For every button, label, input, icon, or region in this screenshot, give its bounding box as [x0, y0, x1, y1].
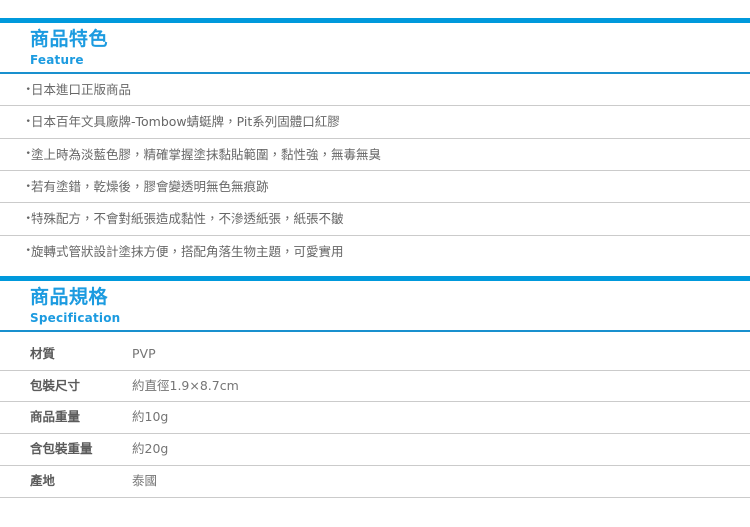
spec-table-row: 含包裝重量 約20g — [0, 434, 750, 466]
bullet-icon: ・ — [22, 178, 35, 194]
spec-row-value: 約20g — [132, 441, 169, 457]
bullet-icon: ・ — [22, 242, 35, 258]
spec-row-label: 產地 — [30, 472, 56, 488]
bullet-icon: ・ — [22, 113, 35, 129]
feature-item-text: 塗上時為淡藍色膠，精確掌握塗抹黏貼範圍，黏性強，無毒無臭 — [31, 146, 382, 162]
spec-row-value: 泰國 — [132, 472, 158, 488]
spec-table-row: 包裝尺寸 約直徑1.9×8.7cm — [0, 370, 750, 402]
feature-item-text: 旋轉式管狀設計塗抹方便，搭配角落生物主題，可愛實用 — [31, 243, 344, 259]
spec-row-label: 含包裝重量 — [30, 441, 93, 457]
feature-list-item: ・若有塗錯，乾燥後，膠會變透明無色無痕跡 — [0, 171, 750, 204]
spec-table-row: 產地 泰國 — [0, 465, 750, 498]
feature-list-item: ・特殊配方，不會對紙張造成黏性，不滲透紙張，紙張不皺 — [0, 203, 750, 236]
feature-title-zh: 商品特色 — [30, 28, 109, 50]
feature-list-item: ・日本百年文具廠牌-Tombow蜻蜓牌，Pit系列固體口紅膠 — [0, 106, 750, 139]
bullet-icon: ・ — [22, 81, 35, 97]
spec-table-wrap: 材質 PVP 包裝尺寸 約直徑1.9×8.7cm 商品重量 約10g 含包裝重量 約20g 產地… — [0, 332, 750, 498]
spec-heading-block: 商品規格 Specification — [0, 281, 750, 330]
feature-list-item: ・日本進口正版商品 — [0, 74, 750, 107]
feature-list-item: ・旋轉式管狀設計塗抹方便，搭配角落生物主題，可愛實用 — [0, 236, 750, 267]
specification-section: 商品規格 Specification 材質 PVP 包裝尺寸 約直徑1.9×8.7cm… — [0, 276, 750, 498]
feature-item-text: 日本百年文具廠牌-Tombow蜻蜓牌，Pit系列固體口紅膠 — [31, 114, 340, 130]
spec-row-label: 包裝尺寸 — [30, 377, 81, 393]
feature-list-item: ・塗上時為淡藍色膠，精確掌握塗抹黏貼範圍，黏性強，無毒無臭 — [0, 139, 750, 171]
bullet-icon: ・ — [22, 145, 35, 161]
spec-table-row: 材質 PVP — [0, 339, 750, 371]
spec-table-row: 商品重量 約10g — [0, 402, 750, 434]
feature-heading-block: 商品特色 Feature — [0, 23, 750, 72]
feature-title-en: Feature — [30, 52, 84, 67]
top-spacer — [0, 0, 750, 18]
spec-row-value: 約直徑1.9×8.7cm — [132, 377, 239, 393]
spec-row-label: 商品重量 — [30, 409, 81, 425]
feature-item-text: 特殊配方，不會對紙張造成黏性，不滲透紙張，紙張不皺 — [31, 211, 344, 227]
feature-item-text: 日本進口正版商品 — [31, 81, 132, 97]
spec-title-zh: 商品規格 — [30, 286, 109, 309]
spec-row-value: 約10g — [132, 409, 169, 425]
specification-table: 材質 PVP 包裝尺寸 約直徑1.9×8.7cm 商品重量 約10g 含包裝重量 約20g 產地… — [0, 339, 750, 498]
feature-bottom-spacer — [0, 267, 750, 276]
feature-list: ・日本進口正版商品・日本百年文具廠牌-Tombow蜻蜓牌，Pit系列固體口紅膠・… — [0, 74, 750, 267]
product-info-page: 商品特色 Feature ・日本進口正版商品・日本百年文具廠牌-Tombow蜻蜓… — [0, 0, 750, 527]
spec-title-en: Specification — [30, 310, 121, 325]
feature-section: 商品特色 Feature ・日本進口正版商品・日本百年文具廠牌-Tombow蜻蜓… — [0, 18, 750, 267]
spec-row-label: 材質 — [30, 345, 56, 361]
spec-row-value: PVP — [132, 345, 156, 361]
bullet-icon: ・ — [22, 210, 35, 226]
feature-item-text: 若有塗錯，乾燥後，膠會變透明無色無痕跡 — [31, 178, 269, 194]
